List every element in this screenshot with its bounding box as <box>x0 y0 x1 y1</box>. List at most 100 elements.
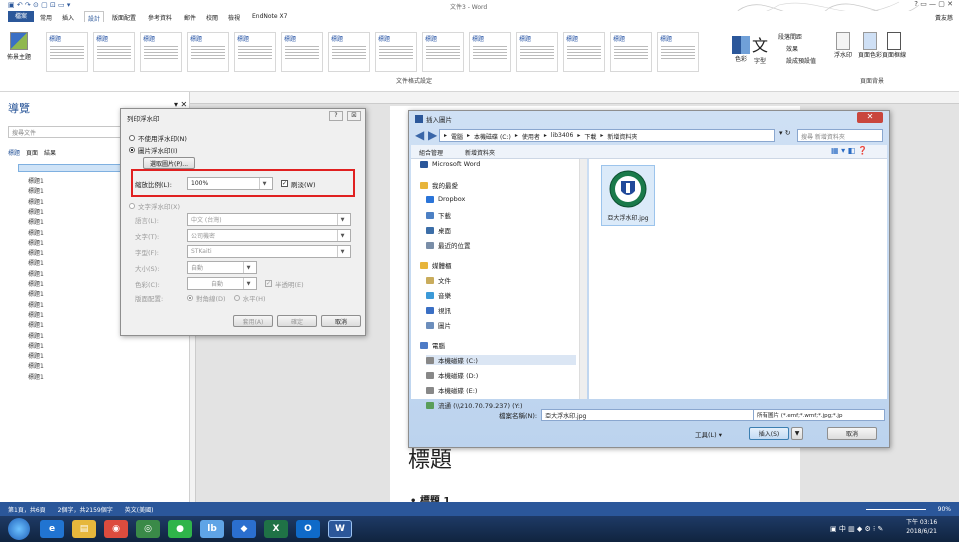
tab-references[interactable]: 參考資料 <box>148 13 172 22</box>
folder-tree-item[interactable]: 音樂 <box>426 290 451 300</box>
organize-button[interactable]: 組合管理 <box>419 148 443 157</box>
new-folder-button[interactable]: 新增資料夾 <box>465 148 495 157</box>
nav-heading-item[interactable]: 標題1 <box>28 228 44 237</box>
style-thumbnail[interactable]: 標題 <box>46 32 88 72</box>
folder-tree-item[interactable]: Dropbox <box>426 195 465 203</box>
view-options-icon[interactable]: ▦ ▾ ◧ ❓ <box>831 146 868 155</box>
breadcrumb-downloads[interactable]: 下載 <box>584 132 596 141</box>
app2-icon[interactable]: lb <box>200 520 224 538</box>
tree-scrollbar[interactable] <box>579 159 587 399</box>
tab-review[interactable]: 校閱 <box>206 13 218 22</box>
style-thumbnail[interactable]: 標題 <box>469 32 511 72</box>
nav-tab-headings[interactable]: 標題 <box>8 148 20 157</box>
page-border-button[interactable]: 頁面框線 <box>882 32 906 59</box>
dropbox-icon[interactable]: ◆ <box>232 520 256 538</box>
nav-heading-item[interactable]: 標題1 <box>28 176 44 185</box>
back-forward-icon[interactable]: ◀ ▶ <box>415 128 437 142</box>
ie-icon[interactable]: e <box>40 520 64 538</box>
style-thumbnail[interactable]: 標題 <box>328 32 370 72</box>
folder-tree-item[interactable]: 最近的位置 <box>426 240 471 250</box>
word-count[interactable]: 2個字，共2159個字 <box>58 505 113 514</box>
nav-tab-pages[interactable]: 頁面 <box>26 148 38 157</box>
style-thumbnail[interactable]: 標題 <box>375 32 417 72</box>
nav-heading-item[interactable]: 標題1 <box>28 341 44 350</box>
start-button[interactable] <box>8 518 30 540</box>
colors-button[interactable]: 色彩 <box>732 36 750 63</box>
refresh-icon[interactable]: ▾ ↻ <box>779 129 791 137</box>
nav-heading-item[interactable]: 標題1 <box>28 310 44 319</box>
nav-heading-item[interactable]: 標題1 <box>28 217 44 226</box>
folder-tree-item[interactable]: 下載 <box>426 210 451 220</box>
folder-tree-item[interactable]: 本機磁碟 (C:) <box>426 355 576 365</box>
breadcrumb-computer[interactable]: 電腦 <box>451 132 463 141</box>
breadcrumb-user[interactable]: lib3406 <box>551 132 573 139</box>
set-default-button[interactable]: 設成預設值 <box>786 56 816 65</box>
explorer-icon[interactable]: ▤ <box>72 520 96 538</box>
dialog-close-button[interactable]: ☒ <box>347 111 361 121</box>
filename-input[interactable]: 亞大浮水印.jpg <box>541 409 762 421</box>
style-thumbnail[interactable]: 標題 <box>281 32 323 72</box>
folder-tree-item[interactable]: 電腦 <box>420 340 445 350</box>
tab-home[interactable]: 常用 <box>40 13 52 22</box>
address-bar[interactable]: ▸ 電腦 ▸ 本機磁碟 (C:) ▸ 使用者 ▸ lib3406 ▸ 下載 ▸ 新增資料夾 <box>439 129 775 142</box>
style-thumbnail[interactable]: 標題 <box>563 32 605 72</box>
ok-button[interactable]: 確定 <box>277 315 317 327</box>
style-thumbnail[interactable]: 標題 <box>657 32 699 72</box>
page-count[interactable]: 第1頁，共6頁 <box>8 505 46 514</box>
folder-tree-item[interactable]: 文件 <box>426 275 451 285</box>
semitransparent-checkbox-icon[interactable]: ✓ <box>265 280 272 287</box>
font-select[interactable]: STKaiti ▼ <box>187 245 351 258</box>
style-thumbnail[interactable]: 標題 <box>234 32 276 72</box>
paragraph-spacing-button[interactable]: 段落間距 <box>778 32 802 41</box>
insert-dialog-close-button[interactable]: ✕ <box>857 112 883 123</box>
tab-mailings[interactable]: 郵件 <box>184 13 196 22</box>
file-item[interactable]: 亞大浮水印.jpg <box>601 165 655 226</box>
outlook-icon[interactable]: O <box>296 520 320 538</box>
language-select[interactable]: 中文 (台灣) ▼ <box>187 213 351 226</box>
nav-heading-item[interactable]: 標題1 <box>28 331 44 340</box>
folder-tree-item[interactable]: 流通 (\\210.70.79.237) (Y:) <box>426 400 523 410</box>
style-thumbnail[interactable]: 標題 <box>140 32 182 72</box>
nav-heading-item[interactable]: 標題1 <box>28 372 44 381</box>
folder-tree-item[interactable]: 本機磁碟 (E:) <box>426 385 477 395</box>
tab-endnote[interactable]: EndNote X7 <box>252 13 287 20</box>
nav-heading-item[interactable]: 標題1 <box>28 248 44 257</box>
page-color-button[interactable]: 頁面色彩 <box>858 32 882 59</box>
folder-tree-item[interactable]: 桌面 <box>426 225 451 235</box>
zoom-level[interactable]: 90% <box>938 506 951 513</box>
style-thumbnail[interactable]: 標題 <box>516 32 558 72</box>
nav-heading-item[interactable]: 標題1 <box>28 258 44 267</box>
language-status[interactable]: 英文(美國) <box>125 505 154 514</box>
no-watermark-option[interactable]: 不使用浮水印(N) <box>129 133 187 143</box>
color-select[interactable]: 自動 ▼ <box>187 277 257 290</box>
breadcrumb-drive[interactable]: 本機磁碟 (C:) <box>474 132 511 141</box>
nav-heading-item[interactable]: 標題1 <box>28 351 44 360</box>
folder-tree-item[interactable]: 視訊 <box>426 305 451 315</box>
style-thumbnail[interactable]: 標題 <box>422 32 464 72</box>
style-thumbnail[interactable]: 標題 <box>610 32 652 72</box>
tray-icons[interactable]: ▣ 中 ▥ ◆ ⚙ ⁝ ✎ <box>830 524 883 534</box>
tab-insert[interactable]: 插入 <box>62 13 74 22</box>
excel-icon[interactable]: X <box>264 520 288 538</box>
window-controls[interactable]: ? ▭ — ▢ ✕ <box>914 0 953 8</box>
nav-heading-item[interactable]: 標題1 <box>28 361 44 370</box>
breadcrumb-users[interactable]: 使用者 <box>522 132 540 141</box>
style-thumbnail[interactable]: 標題 <box>187 32 229 72</box>
radio-checked-icon[interactable] <box>187 295 193 301</box>
folder-tree-item[interactable]: Microsoft Word <box>420 160 480 168</box>
picture-watermark-option[interactable]: 圖片浮水印(I) <box>129 145 178 155</box>
nav-heading-item[interactable]: 標題1 <box>28 207 44 216</box>
file-type-select[interactable]: 所有圖片 (*.emf;*.wmf;*.jpg;*.jp <box>753 409 885 421</box>
nav-heading-item[interactable]: 標題1 <box>28 279 44 288</box>
clock[interactable]: 下午 03:16 2018/6/21 <box>906 518 937 536</box>
folder-tree-item[interactable]: 本機磁碟 (D:) <box>426 370 478 380</box>
cancel-button[interactable]: 取消 <box>827 427 877 440</box>
insert-dropdown-icon[interactable]: ▼ <box>791 427 803 440</box>
line-icon[interactable]: ● <box>168 520 192 538</box>
nav-heading-item[interactable]: 標題1 <box>28 186 44 195</box>
fonts-button[interactable]: 文 字型 <box>752 32 768 65</box>
folder-tree-item[interactable]: 媒體櫃 <box>420 260 452 270</box>
radio-icon[interactable] <box>233 295 240 301</box>
effects-button[interactable]: 效果 <box>786 44 798 53</box>
chrome-icon[interactable]: ◉ <box>104 520 128 538</box>
